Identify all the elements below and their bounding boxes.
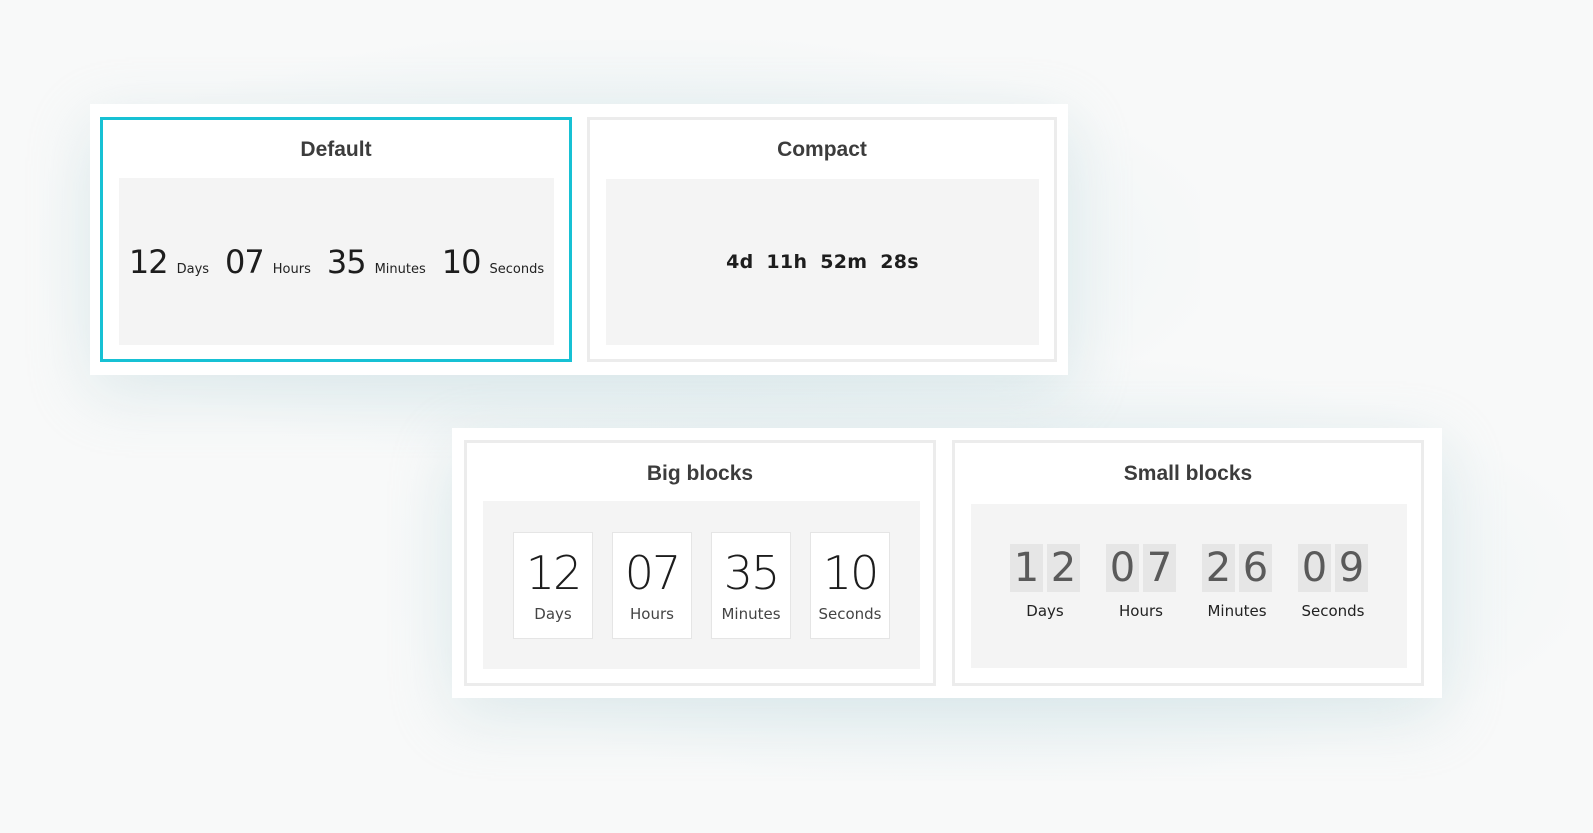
variant-card-big-blocks[interactable]: Big blocks 12 Days 07 Hours 35 Minutes 1… [464,440,936,686]
hours-unit: 0 7 Hours [1106,544,1176,620]
digit-tile: 2 [1047,544,1080,592]
hours-block: 07 Hours [612,531,692,639]
seconds-value: 10 [441,242,482,281]
days-label: Days [534,604,572,623]
hours-label: Hours [272,261,311,277]
hours-label: Hours [1119,602,1163,620]
days-value: 12 [128,242,169,281]
minutes-value: 35 [326,242,367,281]
seconds-value: 10 [822,545,880,600]
card-title: Default [300,138,372,161]
seconds-label: Seconds [1301,602,1365,620]
digit-tile: 0 [1106,544,1139,592]
hours-value: 07 [225,242,265,281]
digit-tile: 0 [1298,544,1331,592]
minutes-label: Minutes [1207,602,1267,620]
digit-tile: 2 [1202,544,1235,592]
minutes-block: 35 Minutes [711,531,791,639]
seconds-label: Seconds [489,261,545,277]
seconds-block: 10 Seconds [810,531,890,639]
seconds-unit: 0 9 Seconds [1298,544,1368,620]
digit-tile: 6 [1239,544,1272,592]
card-title: Big blocks [646,462,754,485]
variant-card-default[interactable]: Default 12 Days 07 Hours 35 Minutes 10 S… [100,117,572,362]
countdown-preview: 1 2 Days 0 7 Hours 2 6 Minutes 0 9 Secon… [971,504,1407,668]
hours-value: 07 [624,545,682,600]
countdown-preview: 12 Days 07 Hours 35 Minutes 10 Seconds [483,501,920,669]
hours-label: Hours [630,604,674,623]
digit-tile: 1 [1010,544,1043,592]
variant-card-small-blocks[interactable]: Small blocks 1 2 Days 0 7 Hours 2 6 Minu… [952,440,1424,686]
days-value: 12 [525,545,583,600]
countdown-preview: 12 Days 07 Hours 35 Minutes 10 Seconds [119,178,554,345]
countdown-big-blocks: 12 Days 07 Hours 35 Minutes 10 Seconds [513,531,890,639]
seconds-label: Seconds [818,604,882,623]
variant-card-compact[interactable]: Compact 4d 11h 52m 28s [587,117,1057,362]
bottom-panel: Big blocks 12 Days 07 Hours 35 Minutes 1… [452,428,1442,698]
days-block: 12 Days [513,531,593,639]
days-unit: 1 2 Days [1010,544,1080,620]
digit-tile: 9 [1335,544,1368,592]
card-title: Compact [777,138,867,161]
minutes-label: Minutes [374,261,426,277]
days-label: Days [1026,602,1064,620]
top-panel: Default 12 Days 07 Hours 35 Minutes 10 S… [90,104,1068,375]
minutes-label: Minutes [721,604,781,623]
card-title: Small blocks [1123,462,1253,485]
digit-tile: 7 [1143,544,1176,592]
minutes-unit: 2 6 Minutes [1202,544,1272,620]
countdown-default: 12 Days 07 Hours 35 Minutes 10 Seconds [129,243,544,281]
countdown-compact: 4d 11h 52m 28s [726,251,919,273]
countdown-small-blocks: 1 2 Days 0 7 Hours 2 6 Minutes 0 9 Secon… [1010,544,1368,620]
minutes-value: 35 [723,545,781,600]
countdown-preview: 4d 11h 52m 28s [606,179,1039,345]
days-label: Days [176,261,210,277]
